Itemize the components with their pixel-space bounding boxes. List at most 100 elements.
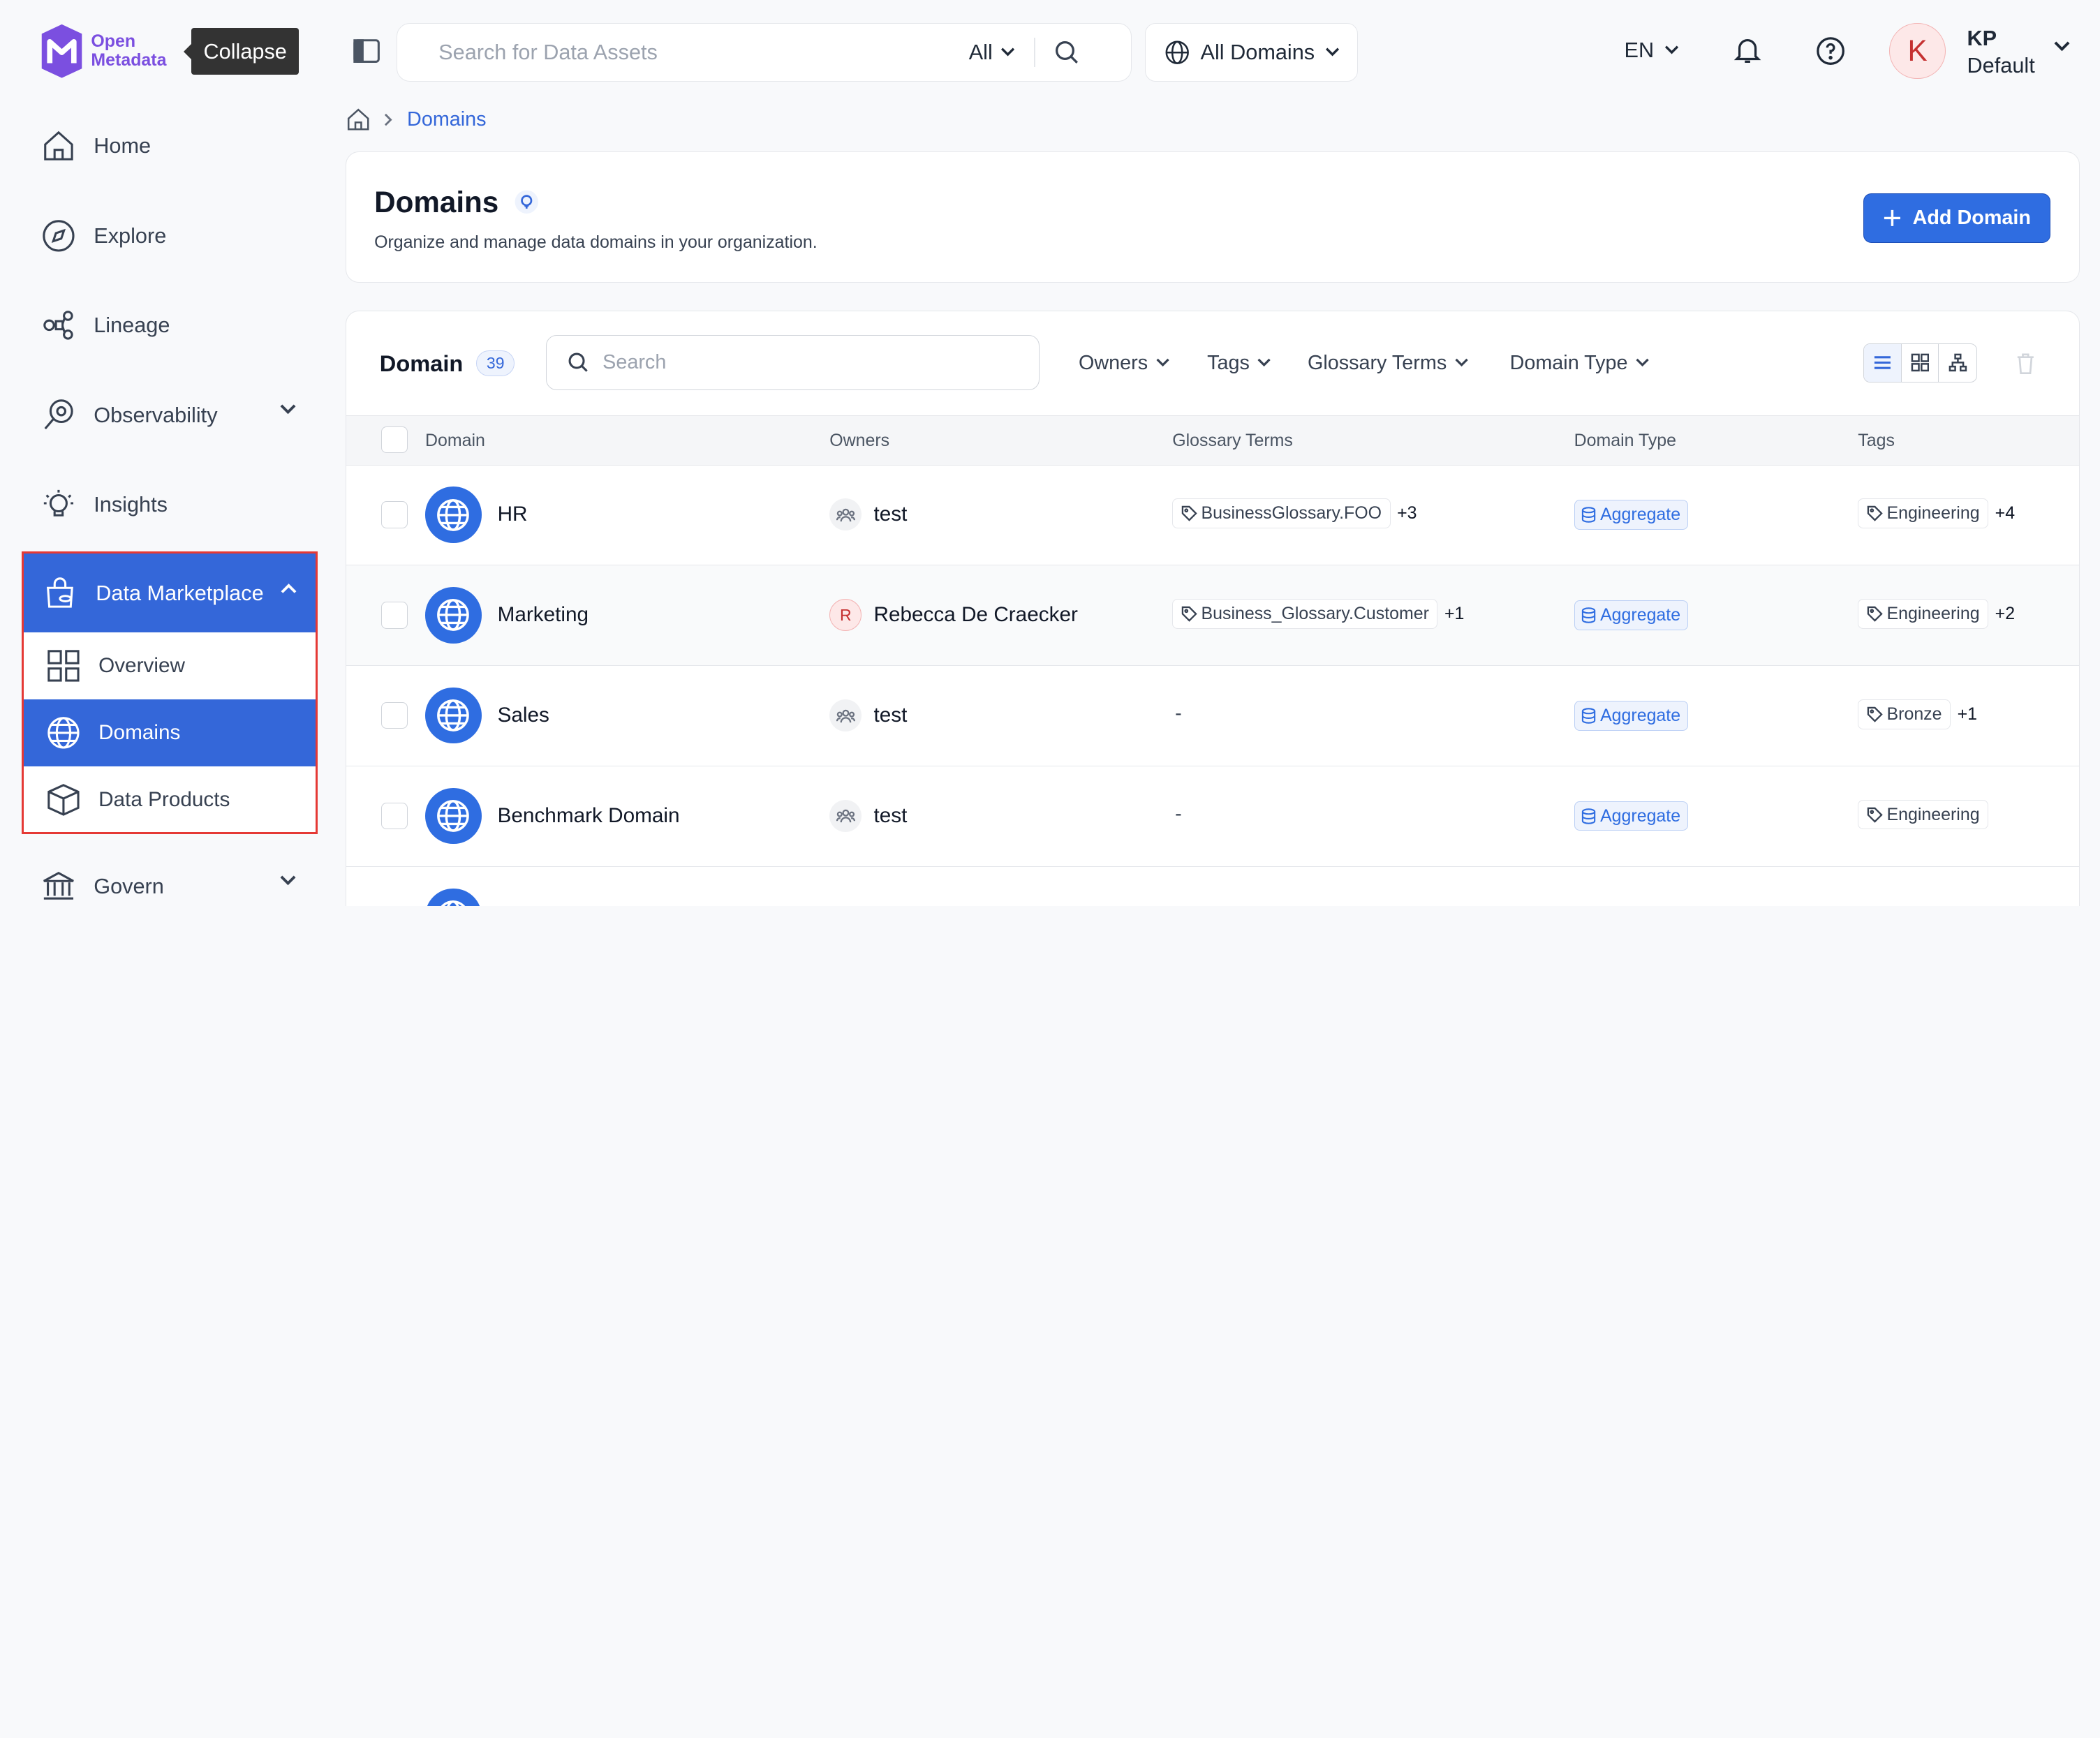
column-header-tags[interactable]: Tags bbox=[1858, 431, 1895, 451]
table-row[interactable]: HR test BusinessGlossary.FOO +3 Aggregat… bbox=[346, 466, 2079, 566]
help-icon[interactable] bbox=[1816, 36, 1845, 66]
chevron-down-icon bbox=[1636, 359, 1649, 367]
glossary-more-count[interactable]: +1 bbox=[1444, 604, 1464, 624]
global-search-input[interactable] bbox=[438, 39, 961, 65]
breadcrumb-domains[interactable]: Domains bbox=[407, 108, 487, 131]
database-icon bbox=[1582, 808, 1596, 824]
chevron-down-icon bbox=[1001, 47, 1015, 57]
tag-label: Bronze bbox=[1886, 704, 1942, 724]
search-icon[interactable] bbox=[1054, 40, 1079, 65]
sidebar-item-observability[interactable]: Observability bbox=[40, 388, 302, 442]
chevron-down-icon bbox=[1665, 45, 1679, 54]
home-icon[interactable] bbox=[346, 107, 371, 132]
owner-cell[interactable]: test bbox=[829, 498, 907, 531]
domain-name-link[interactable]: Marketing bbox=[498, 603, 589, 627]
sidebar-item-domains[interactable]: Domains bbox=[23, 699, 316, 767]
tags-more-count[interactable]: +1 bbox=[1958, 704, 1977, 725]
domains-table-card: Domain 39 Owners Tags Glossary Terms Dom… bbox=[345, 310, 2080, 907]
sidebar-item-lineage[interactable]: Lineage bbox=[40, 299, 302, 352]
delete-icon[interactable] bbox=[2015, 352, 2036, 375]
row-checkbox[interactable] bbox=[380, 802, 408, 830]
filter-glossary-terms[interactable]: Glossary Terms bbox=[1308, 352, 1468, 375]
logo-line-2: Metadata bbox=[91, 50, 167, 70]
sidebar-item-data-products[interactable]: Data Products bbox=[24, 766, 316, 833]
owner-cell[interactable]: R Rebecca De Craecker bbox=[829, 599, 1078, 632]
tag-label: Engineering bbox=[1886, 804, 1980, 824]
domain-name-link[interactable]: Benchmark Domain bbox=[498, 804, 680, 828]
glossary-more-count[interactable]: +3 bbox=[1397, 503, 1417, 523]
row-checkbox[interactable] bbox=[380, 602, 408, 629]
sidebar-item-insights[interactable]: Insights bbox=[40, 478, 302, 532]
globe-icon bbox=[46, 714, 84, 752]
add-domain-button[interactable]: Add Domain bbox=[1863, 193, 2051, 244]
table-row[interactable]: Benchmark Domain test - Aggregate Engine… bbox=[346, 766, 2079, 867]
sidebar-item-overview[interactable]: Overview bbox=[24, 632, 316, 699]
tag-icon bbox=[1867, 606, 1883, 622]
filter-owners[interactable]: Owners bbox=[1079, 352, 1169, 375]
tag-icon bbox=[1867, 706, 1883, 722]
info-bulb-icon[interactable] bbox=[515, 190, 539, 214]
tag-chip[interactable]: Engineering bbox=[1858, 498, 1989, 528]
sidebar-item-govern[interactable]: Govern bbox=[40, 859, 302, 906]
sidebar-item-explore[interactable]: Explore bbox=[40, 209, 302, 262]
domain-name-link[interactable]: Sales bbox=[498, 704, 549, 727]
language-label: EN bbox=[1624, 37, 1655, 62]
chevron-down-icon[interactable] bbox=[2054, 41, 2070, 52]
owner-name: Rebecca De Craecker bbox=[873, 603, 1078, 627]
language-dropdown[interactable]: EN bbox=[1625, 38, 1680, 63]
tag-chip[interactable]: Bronze bbox=[1858, 699, 1951, 729]
tag-label: Engineering bbox=[1886, 503, 1980, 523]
page-title-text: Domains bbox=[374, 185, 499, 218]
list-view-button[interactable] bbox=[1863, 344, 1902, 382]
tags-more-count[interactable]: +2 bbox=[1995, 604, 2015, 624]
bell-icon[interactable] bbox=[1733, 35, 1762, 64]
user-avatar[interactable]: K bbox=[1889, 22, 1946, 80]
cube-icon bbox=[46, 781, 84, 819]
sidebar-item-data-marketplace[interactable]: Data Marketplace bbox=[23, 554, 316, 633]
user-menu[interactable]: KP Default bbox=[1967, 25, 2035, 79]
database-icon bbox=[1582, 507, 1596, 523]
filter-domain-type[interactable]: Domain Type bbox=[1510, 352, 1650, 375]
shopping-bag-icon bbox=[43, 574, 80, 612]
tag-chip[interactable]: Engineering bbox=[1858, 599, 1989, 629]
owner-cell[interactable]: test bbox=[829, 799, 907, 833]
logo-text: Open Metadata bbox=[91, 32, 166, 70]
glossary-cell: BusinessGlossary.FOO +3 bbox=[1172, 498, 1417, 528]
sidebar-item-label: Overview bbox=[98, 654, 185, 678]
owner-cell[interactable]: test bbox=[829, 699, 907, 732]
globe-icon bbox=[1165, 40, 1189, 64]
sidebar-toggle-icon[interactable] bbox=[352, 36, 381, 66]
tag-label: Engineering bbox=[1886, 604, 1980, 624]
plus-icon bbox=[1884, 210, 1901, 227]
table-row[interactable]: Sales test - Aggregate Bronze +1 bbox=[346, 666, 2079, 767]
card-view-button[interactable] bbox=[1902, 344, 1939, 382]
row-checkbox[interactable] bbox=[380, 501, 408, 528]
table-row[interactable]: Marketing R Rebecca De Craecker Business… bbox=[346, 565, 2079, 667]
column-header-domain-type[interactable]: Domain Type bbox=[1574, 431, 1676, 451]
page-header-card: Domains Organize and manage data domains… bbox=[345, 151, 2080, 283]
column-header-glossary-terms[interactable]: Glossary Terms bbox=[1172, 431, 1293, 451]
filter-label: Owners bbox=[1078, 351, 1148, 374]
column-header-owners[interactable]: Owners bbox=[829, 431, 889, 451]
tag-chip[interactable]: Engineering bbox=[1858, 799, 1989, 830]
chevron-down-icon bbox=[280, 875, 296, 886]
logo[interactable]: Open Metadata bbox=[38, 23, 166, 80]
filter-tags[interactable]: Tags bbox=[1207, 352, 1271, 375]
tags-more-count[interactable]: +4 bbox=[1995, 503, 2015, 523]
sidebar-item-label: Lineage bbox=[94, 313, 170, 338]
domain-name-link[interactable]: HR bbox=[498, 503, 528, 526]
lineage-icon bbox=[40, 306, 78, 344]
row-checkbox[interactable] bbox=[380, 701, 408, 729]
sidebar-item-home[interactable]: Home bbox=[40, 119, 302, 173]
table-row[interactable] bbox=[346, 867, 2079, 907]
table-search-input[interactable] bbox=[602, 351, 1005, 375]
page-subtitle: Organize and manage data domains in your… bbox=[374, 232, 818, 252]
search-scope-dropdown[interactable]: All bbox=[969, 40, 1016, 65]
glossary-term-chip[interactable]: BusinessGlossary.FOO bbox=[1172, 498, 1391, 528]
tree-view-button[interactable] bbox=[1939, 344, 1976, 382]
all-domains-dropdown[interactable]: All Domains bbox=[1144, 22, 1358, 82]
column-header-domain[interactable]: Domain bbox=[425, 431, 485, 451]
glossary-term-chip[interactable]: Business_Glossary.Customer bbox=[1172, 599, 1438, 629]
select-all-checkbox[interactable] bbox=[380, 426, 408, 454]
search-icon bbox=[568, 352, 589, 373]
